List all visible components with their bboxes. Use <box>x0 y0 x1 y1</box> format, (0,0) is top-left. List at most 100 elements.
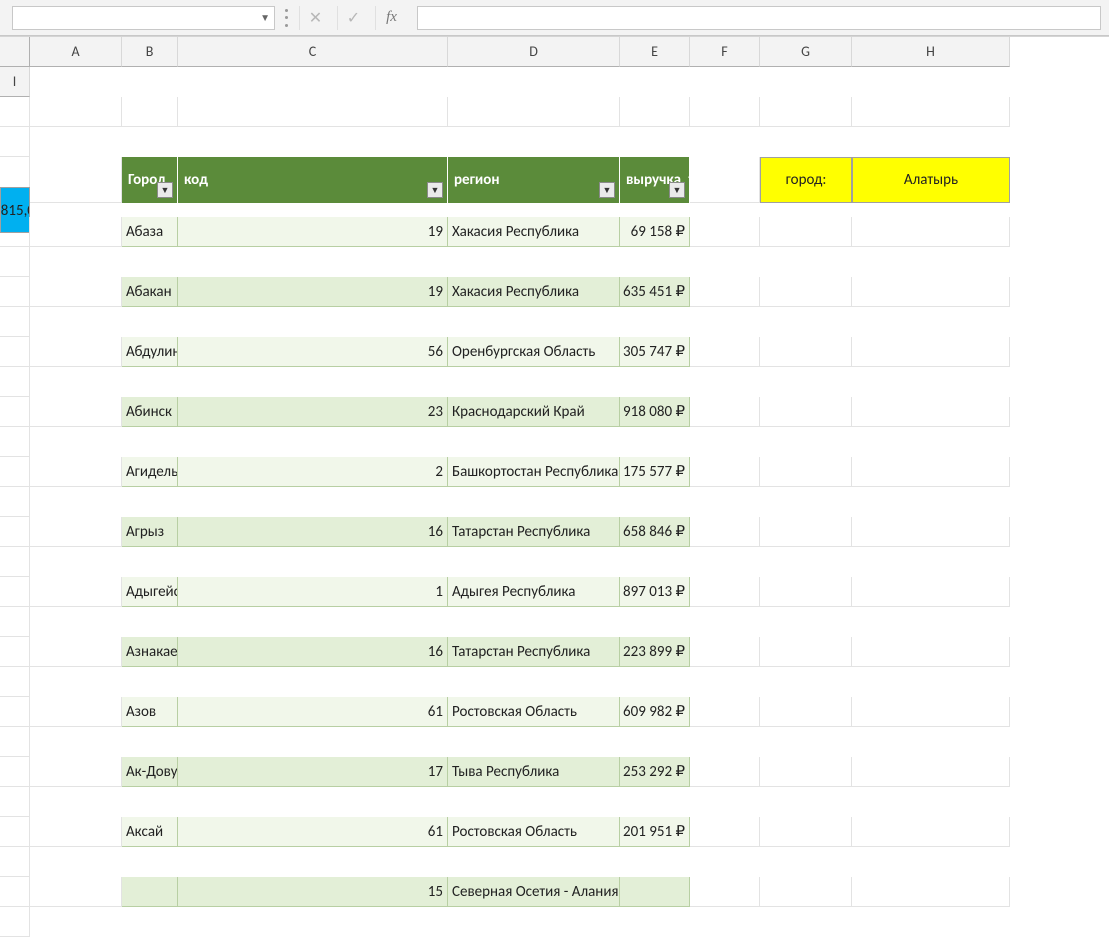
filter-dropdown-icon[interactable]: ▼ <box>669 182 685 198</box>
col-header-A[interactable]: A <box>30 37 122 67</box>
col-header-C[interactable]: C <box>178 37 448 67</box>
cell[interactable] <box>852 457 1010 487</box>
cell[interactable] <box>0 127 30 157</box>
cell[interactable] <box>122 97 178 127</box>
cell[interactable] <box>30 217 122 247</box>
cell[interactable] <box>690 757 760 787</box>
table-header-code[interactable]: код ▼ <box>178 157 448 203</box>
cell-city[interactable]: Азов <box>122 697 178 727</box>
cell-code[interactable]: 19 <box>178 277 448 307</box>
cell-revenue[interactable]: 918 080 ₽ <box>620 397 690 427</box>
formula-input[interactable] <box>417 6 1101 30</box>
cell[interactable] <box>852 397 1010 427</box>
cell[interactable] <box>690 217 760 247</box>
cell[interactable] <box>690 637 760 667</box>
cell[interactable] <box>852 817 1010 847</box>
filter-dropdown-icon[interactable]: ▼ <box>427 182 443 198</box>
cell[interactable] <box>30 757 122 787</box>
cell[interactable] <box>30 157 122 203</box>
cell[interactable] <box>30 817 122 847</box>
cell[interactable] <box>30 697 122 727</box>
cell[interactable] <box>760 277 852 307</box>
cell-revenue[interactable]: 201 951 ₽ <box>620 817 690 847</box>
cell[interactable] <box>760 817 852 847</box>
cell[interactable] <box>690 157 760 203</box>
cell[interactable] <box>690 817 760 847</box>
col-header-D[interactable]: D <box>448 37 620 67</box>
cell[interactable] <box>0 547 30 577</box>
cell[interactable] <box>760 877 852 907</box>
cell[interactable] <box>0 727 30 757</box>
cell-code[interactable]: 23 <box>178 397 448 427</box>
chevron-down-icon[interactable]: ▼ <box>260 11 270 24</box>
name-box[interactable]: ▼ <box>12 6 275 30</box>
cell-region[interactable]: Татарстан Республика <box>448 637 620 667</box>
col-header-E[interactable]: E <box>620 37 690 67</box>
cell[interactable] <box>690 517 760 547</box>
cell-revenue[interactable]: 305 747 ₽ <box>620 337 690 367</box>
cell[interactable] <box>852 277 1010 307</box>
cell[interactable] <box>0 307 30 337</box>
cell[interactable] <box>0 847 30 877</box>
cell[interactable] <box>0 667 30 697</box>
spreadsheet-grid[interactable]: A B C D E F G H I Город ▼ код ▼ регион ▼… <box>0 36 1109 937</box>
cell[interactable] <box>690 457 760 487</box>
cell-city[interactable]: Адыгейск <box>122 577 178 607</box>
cell[interactable] <box>690 277 760 307</box>
cell-city[interactable]: Аксай <box>122 817 178 847</box>
cell[interactable] <box>760 637 852 667</box>
cell-city[interactable]: Абакан <box>122 277 178 307</box>
cell[interactable] <box>690 877 760 907</box>
cell[interactable] <box>852 517 1010 547</box>
cell-code[interactable]: 17 <box>178 757 448 787</box>
col-header-I[interactable]: I <box>0 67 30 97</box>
cell[interactable] <box>852 337 1010 367</box>
cell-city[interactable]: Абаза <box>122 217 178 247</box>
cell-revenue[interactable]: 897 013 ₽ <box>620 577 690 607</box>
cell[interactable] <box>852 577 1010 607</box>
cell[interactable] <box>760 577 852 607</box>
cell[interactable] <box>760 97 852 127</box>
cell[interactable] <box>448 97 620 127</box>
cell[interactable] <box>760 757 852 787</box>
filter-dropdown-icon[interactable]: ▼ <box>157 182 173 198</box>
cell-city[interactable]: Агрыз <box>122 517 178 547</box>
cell[interactable] <box>30 877 122 907</box>
cell-code[interactable]: 16 <box>178 637 448 667</box>
cell[interactable] <box>30 397 122 427</box>
cell[interactable] <box>760 457 852 487</box>
cell-code[interactable]: 16 <box>178 517 448 547</box>
cell[interactable] <box>760 337 852 367</box>
cell[interactable] <box>0 487 30 517</box>
cell[interactable] <box>30 577 122 607</box>
cell-revenue[interactable]: 635 451 ₽ <box>620 277 690 307</box>
cell[interactable] <box>0 907 30 937</box>
cell[interactable] <box>30 97 122 127</box>
cell-region[interactable]: Северная Осетия - Алания <box>448 877 620 907</box>
cell[interactable] <box>760 517 852 547</box>
cell[interactable] <box>852 757 1010 787</box>
cell-revenue[interactable]: 253 292 ₽ <box>620 757 690 787</box>
cell[interactable] <box>852 877 1010 907</box>
cell[interactable] <box>690 97 760 127</box>
cell-region[interactable]: Краснодарский Край <box>448 397 620 427</box>
cell-region[interactable]: Ростовская Область <box>448 697 620 727</box>
cell-city[interactable]: Абдулино <box>122 337 178 367</box>
cell-code[interactable]: 15 <box>178 877 448 907</box>
cell[interactable] <box>0 367 30 397</box>
cell-region[interactable]: Оренбургская Область <box>448 337 620 367</box>
lookup-label-cell[interactable]: город: <box>760 157 852 203</box>
cell[interactable] <box>620 97 690 127</box>
cell[interactable] <box>852 97 1010 127</box>
cell[interactable] <box>690 697 760 727</box>
col-header-H[interactable]: H <box>852 37 1010 67</box>
cell-city[interactable]: Агидель <box>122 457 178 487</box>
cell-region[interactable]: Тыва Республика <box>448 757 620 787</box>
cell-code[interactable]: 2 <box>178 457 448 487</box>
col-header-B[interactable]: B <box>122 37 178 67</box>
col-header-G[interactable]: G <box>760 37 852 67</box>
cell-code[interactable]: 61 <box>178 697 448 727</box>
cell[interactable] <box>30 277 122 307</box>
cell-revenue[interactable]: 175 577 ₽ <box>620 457 690 487</box>
enter-button[interactable]: ✓ <box>337 6 369 30</box>
